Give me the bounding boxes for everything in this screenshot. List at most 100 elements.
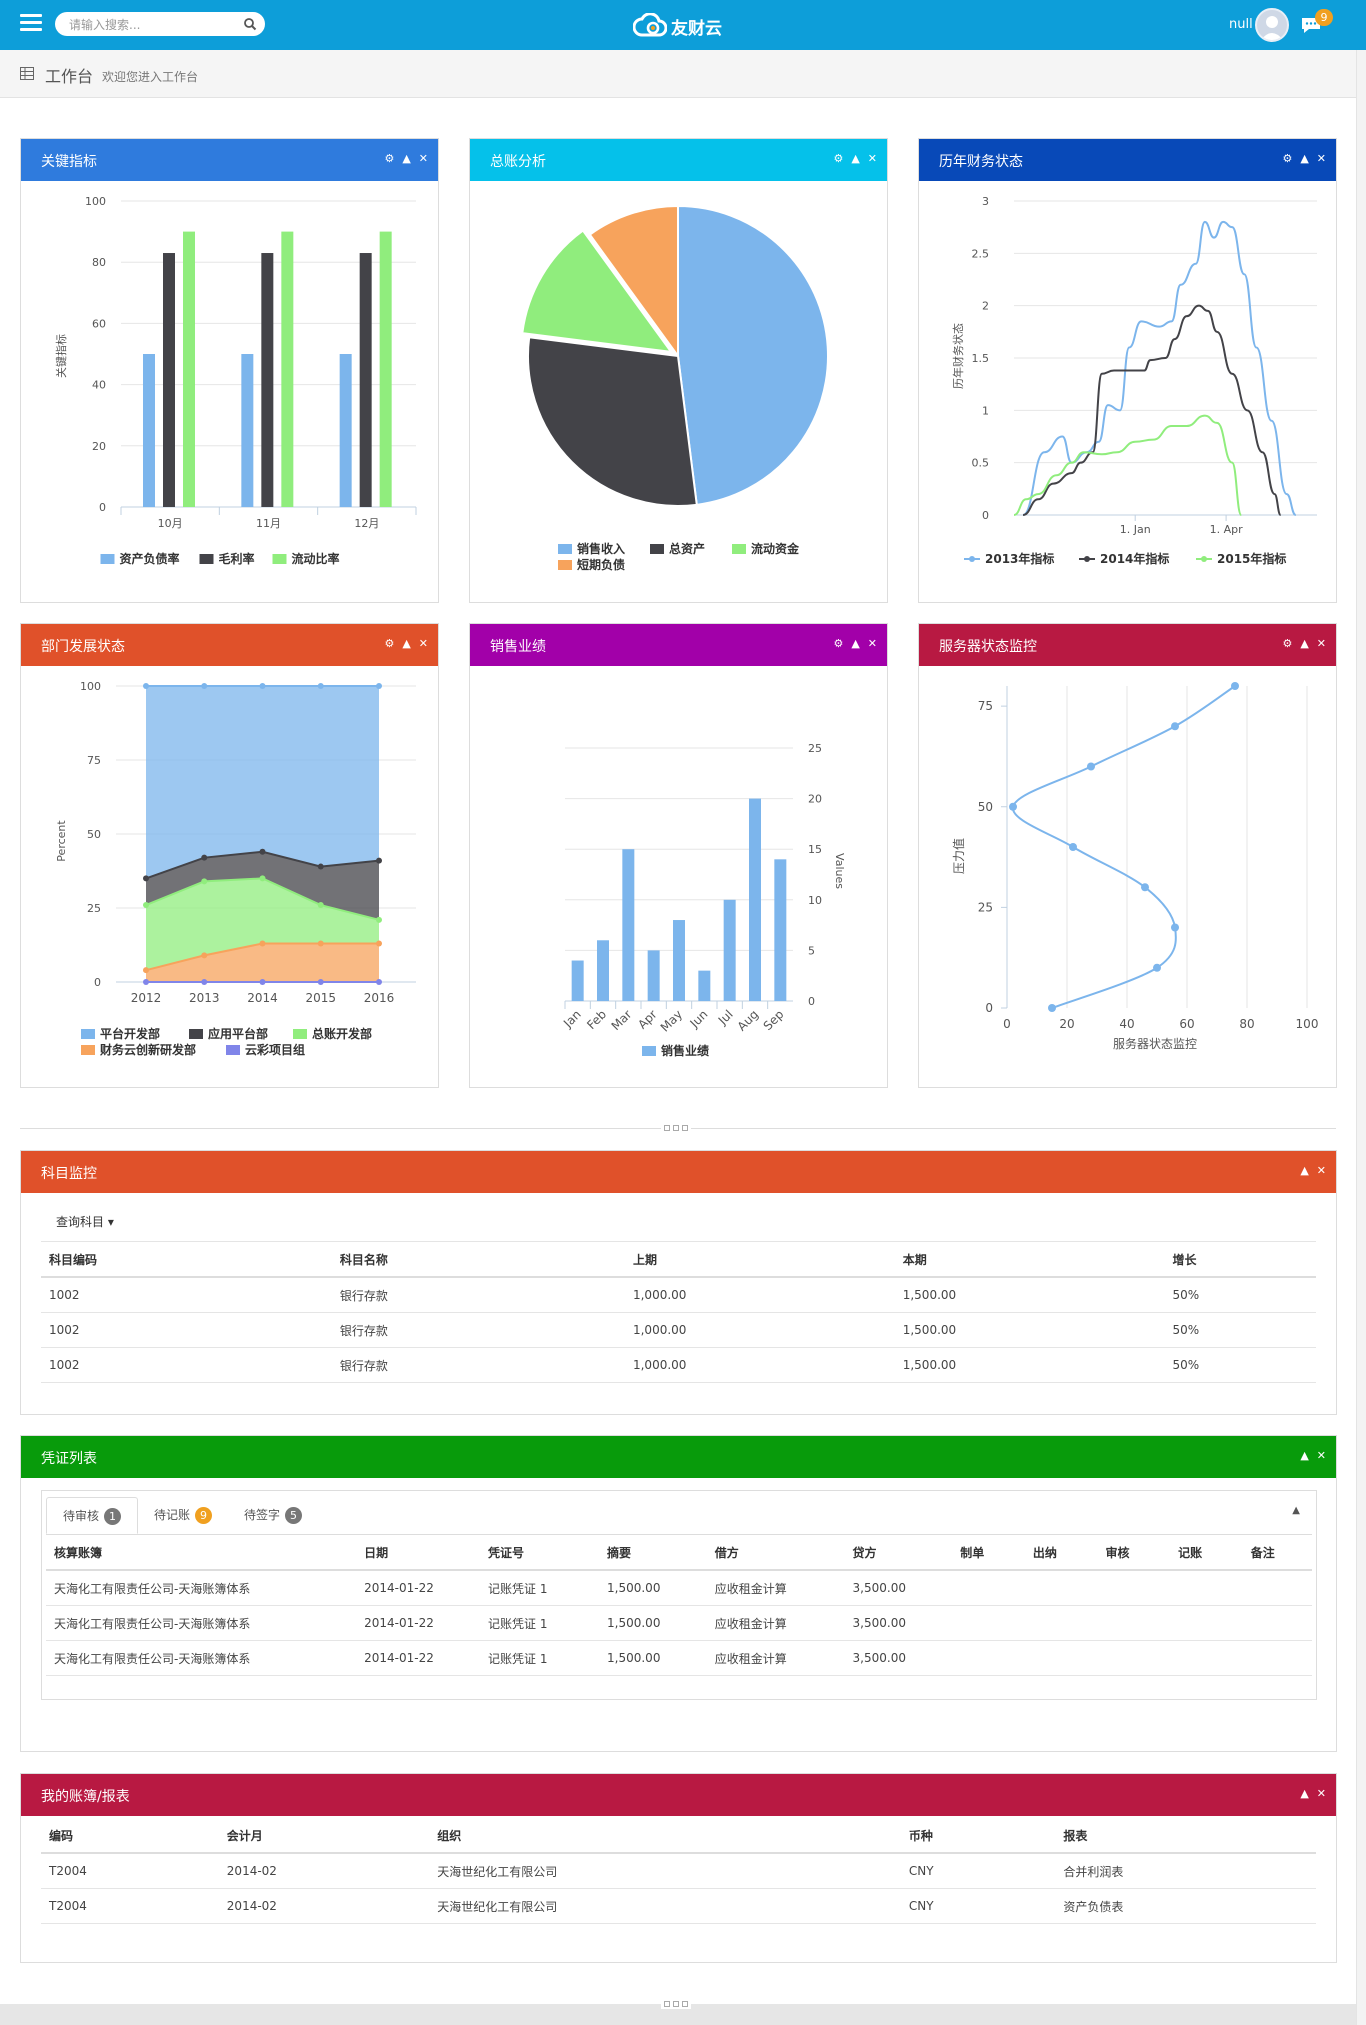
gear-icon[interactable]: ⚙ xyxy=(384,638,394,650)
collapse-icon[interactable]: ▲ xyxy=(1300,153,1308,165)
x-tick-label: 60 xyxy=(1179,1017,1194,1031)
column-header[interactable]: 科目名称 xyxy=(331,1242,625,1278)
column-header[interactable]: 摘要 xyxy=(599,1535,707,1571)
table-cell: 2014-01-22 xyxy=(356,1605,481,1641)
column-header[interactable]: 备注 xyxy=(1242,1535,1312,1571)
column-header[interactable]: 组织 xyxy=(429,1818,901,1854)
table-row[interactable]: 1002 银行存款 1,000.00 1,500.00 50% xyxy=(41,1312,1316,1348)
table-cell: 天海化工有限责任公司-天海账簿体系 xyxy=(46,1640,357,1676)
column-header[interactable]: 增长 xyxy=(1164,1242,1316,1278)
query-subject-dropdown[interactable]: 查询科目 ▾ xyxy=(56,1213,114,1230)
column-header[interactable]: 本期 xyxy=(894,1242,1165,1278)
table-row[interactable]: T2004 2014-02 天海世纪化工有限公司 CNY 合并利润表 xyxy=(41,1853,1316,1889)
server-panel-header: 服务器状态监控 ⚙ ▲ ✕ xyxy=(919,624,1336,666)
column-header[interactable]: 贷方 xyxy=(844,1535,953,1571)
y-tick-label: 1 xyxy=(982,404,989,417)
scrollbar[interactable] xyxy=(1356,50,1366,2025)
pie-slice xyxy=(677,204,829,506)
column-header[interactable]: 币种 xyxy=(900,1818,1056,1854)
column-header[interactable]: 记账 xyxy=(1170,1535,1243,1571)
data-point xyxy=(201,979,208,985)
table-cell: 资产负债表 xyxy=(1055,1888,1316,1924)
collapse-icon[interactable]: ▲ xyxy=(1292,1505,1300,1516)
gear-icon[interactable]: ⚙ xyxy=(1282,638,1292,650)
data-point xyxy=(201,952,208,959)
legend-label: 2015年指标 xyxy=(1217,551,1286,566)
column-header[interactable]: 核算账簿 xyxy=(46,1535,357,1571)
search-box[interactable] xyxy=(55,12,265,36)
table-cell: 天海世纪化工有限公司 xyxy=(429,1888,901,1924)
data-point xyxy=(1171,923,1179,932)
legend-label: 云彩项目组 xyxy=(245,1042,305,1057)
y-tick-label: 25 xyxy=(978,900,993,914)
table-row[interactable]: T2004 2014-02 天海世纪化工有限公司 CNY 资产负债表 xyxy=(41,1888,1316,1924)
kpi-bar-chart: 0 20 40 60 80 100 关键指标 10月 11月 12月 资产负债率 毛利率 流动比率 xyxy=(21,181,438,602)
y-tick-label: 100 xyxy=(80,680,101,693)
gear-icon[interactable]: ⚙ xyxy=(1282,153,1292,165)
avatar[interactable] xyxy=(1255,8,1289,42)
resize-grip[interactable] xyxy=(661,1999,691,2009)
user-name[interactable]: null xyxy=(1229,17,1253,32)
column-header[interactable]: 审核 xyxy=(1097,1535,1171,1571)
table-row[interactable]: 天海化工有限责任公司-天海账簿体系 2014-01-22 记账凭证 1 1,500.0… xyxy=(46,1640,1312,1676)
table-cell: 2014-01-22 xyxy=(356,1570,481,1606)
table-row[interactable]: 1002 银行存款 1,000.00 1,500.00 50% xyxy=(41,1277,1316,1313)
app-logo[interactable]: 友财云 xyxy=(633,13,722,39)
collapse-icon[interactable]: ▲ xyxy=(402,638,410,650)
search-icon[interactable] xyxy=(243,17,257,31)
column-header[interactable]: 制单 xyxy=(952,1535,1025,1571)
gear-icon[interactable]: ⚙ xyxy=(833,638,843,650)
column-header[interactable]: 日期 xyxy=(356,1535,481,1571)
legend-swatch xyxy=(81,1045,95,1055)
table-row[interactable]: 天海化工有限责任公司-天海账簿体系 2014-01-22 记账凭证 1 1,500.0… xyxy=(46,1570,1312,1606)
hamburger-menu-icon[interactable] xyxy=(20,14,42,34)
column-header[interactable]: 借方 xyxy=(706,1535,845,1571)
ledger-panel-header: 总账分析 ⚙ ▲ ✕ xyxy=(470,139,887,181)
close-icon[interactable]: ✕ xyxy=(868,638,877,650)
column-header[interactable]: 会计月 xyxy=(218,1818,430,1854)
table-cell xyxy=(1242,1570,1312,1606)
collapse-icon[interactable]: ▲ xyxy=(851,153,859,165)
gear-icon[interactable]: ⚙ xyxy=(384,153,394,165)
column-header[interactable]: 科目编码 xyxy=(41,1242,332,1278)
collapse-icon[interactable]: ▲ xyxy=(851,638,859,650)
close-icon[interactable]: ✕ xyxy=(868,153,877,165)
x-tick-label: 11月 xyxy=(256,517,281,530)
table-cell: 3,500.00 xyxy=(844,1640,953,1676)
resize-grip[interactable] xyxy=(661,1123,691,1133)
close-icon[interactable]: ✕ xyxy=(1317,1450,1326,1462)
close-icon[interactable]: ✕ xyxy=(1317,638,1326,650)
column-header[interactable]: 凭证号 xyxy=(480,1535,600,1571)
tab-pending-review[interactable]: 待审核 1 xyxy=(46,1497,139,1534)
chart-svg: 0 20 40 60 80 100 关键指标 10月 11月 12月资产负债率 毛利率 流动比率 xyxy=(54,195,417,566)
collapse-icon[interactable]: ▲ xyxy=(1300,1165,1308,1177)
search-input[interactable] xyxy=(67,16,241,34)
chart-svg: 销售收入 总资产 流动资金短期负债 xyxy=(521,204,829,572)
column-header[interactable]: 上期 xyxy=(624,1242,895,1278)
collapse-icon[interactable]: ▲ xyxy=(1300,1788,1308,1800)
close-icon[interactable]: ✕ xyxy=(1317,1788,1326,1800)
close-icon[interactable]: ✕ xyxy=(1317,1165,1326,1177)
column-header[interactable]: 出纳 xyxy=(1024,1535,1098,1571)
close-icon[interactable]: ✕ xyxy=(419,153,428,165)
column-header[interactable]: 报表 xyxy=(1055,1818,1316,1854)
legend-label: 销售业绩 xyxy=(661,1043,709,1058)
close-icon[interactable]: ✕ xyxy=(1317,153,1326,165)
column-header[interactable]: 编码 xyxy=(41,1818,219,1854)
gear-icon[interactable]: ⚙ xyxy=(833,153,843,165)
subjects-panel-body: 查询科目 ▾ 科目编码 科目名称 上期 本期 增长 1002 银行存款 1,000.00 1,… xyxy=(21,1193,1336,1414)
table-row[interactable]: 天海化工有限责任公司-天海账簿体系 2014-01-22 记账凭证 1 1,500.0… xyxy=(46,1605,1312,1641)
x-tick-label: Jun xyxy=(687,1007,711,1031)
y-tick-label: 2 xyxy=(982,300,989,313)
bar xyxy=(749,798,761,1001)
tab-pending-posting[interactable]: 待记账 9 xyxy=(138,1497,228,1534)
collapse-icon[interactable]: ▲ xyxy=(1300,638,1308,650)
close-icon[interactable]: ✕ xyxy=(419,638,428,650)
tab-pending-sign[interactable]: 待签字 5 xyxy=(228,1497,318,1534)
history-line-chart: 0 0.5 1 1.5 2 2.5 3 1. Jan 1. Apr 历年财务状态 2013年指标 20… xyxy=(919,181,1336,602)
x-tick-label: 2012 xyxy=(131,991,162,1005)
collapse-icon[interactable]: ▲ xyxy=(1300,1450,1308,1462)
table-row[interactable]: 1002 银行存款 1,000.00 1,500.00 50% xyxy=(41,1347,1316,1383)
x-tick-label: 2014 xyxy=(247,991,278,1005)
collapse-icon[interactable]: ▲ xyxy=(402,153,410,165)
